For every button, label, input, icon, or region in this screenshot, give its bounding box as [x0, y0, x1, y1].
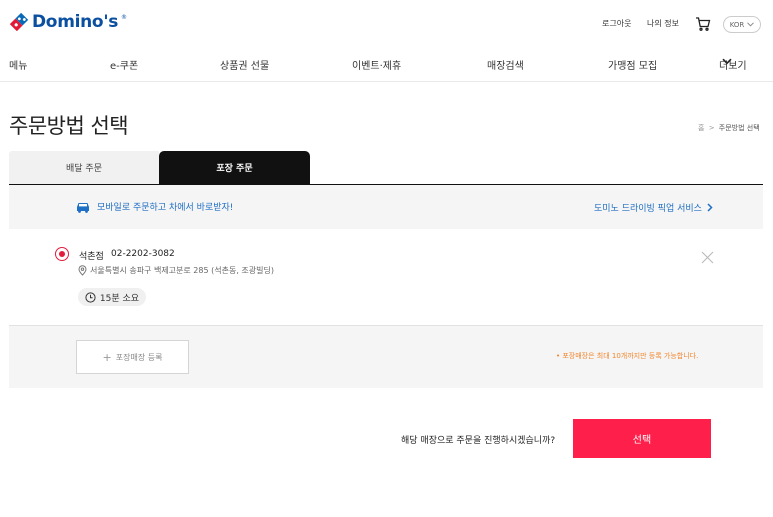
store-phone: 02-2202-3082	[111, 249, 175, 259]
store-address-text: 서울특별시 송파구 백제고분로 285 (석촌동, 조광빌딩)	[90, 266, 274, 275]
promo-left-text: 모바일로 주문하고 차에서 바로받자!	[97, 203, 234, 213]
language-select[interactable]: KOR	[723, 16, 761, 33]
add-pickup-store-button[interactable]: + 포장매장 등록	[76, 340, 189, 374]
store-address: 서울특별시 송파구 백제고분로 285 (석촌동, 조광빌딩)	[78, 265, 274, 276]
page-title: 주문방법 선택	[9, 114, 129, 138]
nav-item-store-search[interactable]: 매장검색	[487, 57, 524, 72]
tab-pickup[interactable]: 포장 주문	[159, 151, 310, 184]
main-nav: 메뉴 e-쿠폰 상품권 선물 이벤트·제휴 매장검색 가맹점 모집 더보기	[0, 57, 773, 72]
logout-link[interactable]: 로그아웃	[602, 18, 631, 29]
domino-tile-icon	[9, 13, 29, 31]
cart-icon[interactable]	[695, 16, 711, 36]
driving-pickup-link[interactable]: 도미노 드라이빙 픽업 서비스	[594, 201, 713, 214]
store-name: 석촌점	[79, 252, 104, 262]
nav-item-giftcard[interactable]: 상품권 선물	[220, 57, 269, 72]
promo-right-text: 도미노 드라이빙 픽업 서비스	[594, 204, 702, 214]
store-radio[interactable]	[55, 247, 69, 261]
car-icon	[77, 202, 89, 213]
confirm-question: 해당 매장으로 주문을 진행하시겠습니까?	[401, 436, 556, 446]
register-limit-note: • 포장매장은 최대 10개까지만 등록 가능합니다.	[556, 352, 699, 360]
nav-item-more[interactable]: 더보기	[719, 57, 747, 72]
tab-delivery-label: 배달 주문	[66, 164, 102, 174]
my-info-link[interactable]: 나의 정보	[647, 18, 679, 29]
logo-trademark: ®	[121, 14, 128, 21]
mobile-pickup-promo[interactable]: 모바일로 주문하고 차에서 바로받자!	[75, 200, 233, 213]
breadcrumb-current: 주문방법 선택	[718, 124, 760, 132]
nav-item-events[interactable]: 이벤트·제휴	[352, 57, 401, 72]
breadcrumb: 홈 > 주문방법 선택	[698, 123, 760, 133]
select-button[interactable]: 선택	[573, 419, 711, 458]
chevron-down-icon	[747, 22, 755, 27]
pickup-time-text: 15분 소요	[99, 293, 140, 304]
language-label: KOR	[729, 20, 745, 29]
breadcrumb-separator: >	[708, 124, 715, 132]
clock-icon	[85, 291, 96, 303]
logo-wordmark: Domino's	[32, 12, 119, 32]
nav-item-ecoupon[interactable]: e-쿠폰	[110, 57, 138, 72]
tab-pickup-label: 포장 주문	[216, 164, 253, 174]
nav-item-franchise[interactable]: 가맹점 모집	[608, 57, 657, 72]
breadcrumb-home[interactable]: 홈	[698, 124, 704, 132]
tab-delivery[interactable]: 배달 주문	[9, 151, 159, 184]
nav-item-menu[interactable]: 메뉴	[9, 57, 27, 72]
nav-more-label: 더보기	[719, 61, 747, 72]
plus-icon: +	[102, 350, 112, 364]
pickup-time-badge: 15분 소요	[78, 288, 146, 306]
dominos-logo[interactable]: Domino's ®	[9, 12, 127, 32]
add-pickup-store-label: 포장매장 등록	[115, 352, 163, 362]
location-pin-icon	[78, 265, 87, 276]
store-radio-dot	[59, 251, 65, 257]
nav-divider	[0, 81, 773, 82]
chevron-right-icon	[707, 203, 713, 212]
close-icon[interactable]	[701, 251, 714, 264]
